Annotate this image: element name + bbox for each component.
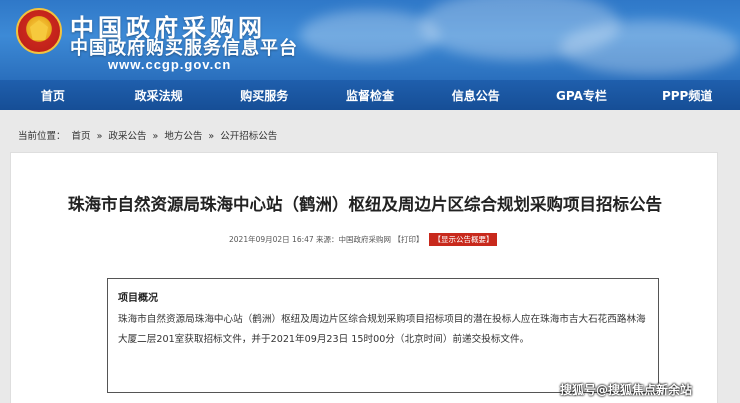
breadcrumb-link-tender[interactable]: 公开招标公告 bbox=[220, 131, 277, 142]
article-card: 珠海市自然资源局珠海中心站（鹤洲）枢纽及周边片区综合规划采购项目招标公告 202… bbox=[10, 152, 718, 403]
nav-item-announcements[interactable]: 信息公告 bbox=[423, 87, 529, 104]
breadcrumb-label: 当前位置： bbox=[18, 131, 66, 142]
nav-item-services[interactable]: 购买服务 bbox=[211, 87, 317, 104]
breadcrumb-separator: » bbox=[152, 131, 159, 142]
main-nav: 首页 政采法规 购买服务 监督检查 信息公告 GPA专栏 PPP频道 bbox=[0, 80, 740, 110]
national-emblem-icon bbox=[16, 8, 62, 54]
site-url: www.ccgp.gov.cn bbox=[108, 57, 232, 72]
breadcrumb-separator: » bbox=[96, 131, 103, 142]
nav-item-ppp[interactable]: PPP频道 bbox=[634, 87, 740, 104]
nav-item-supervision[interactable]: 监督检查 bbox=[317, 87, 423, 104]
project-overview-box: 项目概况 珠海市自然资源局珠海中心站（鹤洲）枢纽及周边片区综合规划采购项目招标项… bbox=[107, 278, 659, 393]
nav-item-home[interactable]: 首页 bbox=[0, 87, 106, 104]
breadcrumb-separator: » bbox=[208, 131, 215, 142]
banner-cloud bbox=[560, 20, 740, 75]
article-meta-text: 2021年09月02日 16:47 来源：中国政府采购网 【打印】 bbox=[229, 235, 424, 244]
breadcrumb-link-home[interactable]: 首页 bbox=[72, 131, 91, 142]
breadcrumb-link-notices[interactable]: 政采公告 bbox=[108, 131, 146, 142]
breadcrumb: 当前位置： 首页 » 政采公告 » 地方公告 » 公开招标公告 bbox=[18, 128, 280, 142]
site-banner: 中国政府采购网 中国政府购买服务信息平台 www.ccgp.gov.cn bbox=[0, 0, 740, 80]
article-title: 珠海市自然资源局珠海中心站（鹤洲）枢纽及周边片区综合规划采购项目招标公告 bbox=[68, 195, 662, 214]
overview-text: 珠海市自然资源局珠海中心站（鹤洲）枢纽及周边片区综合规划采购项目招标项目的潜在投… bbox=[118, 314, 646, 345]
banner-cloud bbox=[300, 10, 440, 60]
nav-item-regulations[interactable]: 政采法规 bbox=[106, 87, 212, 104]
overview-title: 项目概况 bbox=[118, 293, 158, 304]
watermark: 搜狐号@搜狐焦点新余站 bbox=[560, 383, 693, 397]
breadcrumb-link-local[interactable]: 地方公告 bbox=[164, 131, 202, 142]
article-meta: 2021年09月02日 16:47 来源：中国政府采购网 【打印】 【显示公告概… bbox=[229, 233, 498, 246]
nav-item-gpa[interactable]: GPA专栏 bbox=[529, 87, 635, 104]
show-summary-button[interactable]: 【显示公告概要】 bbox=[429, 233, 498, 246]
